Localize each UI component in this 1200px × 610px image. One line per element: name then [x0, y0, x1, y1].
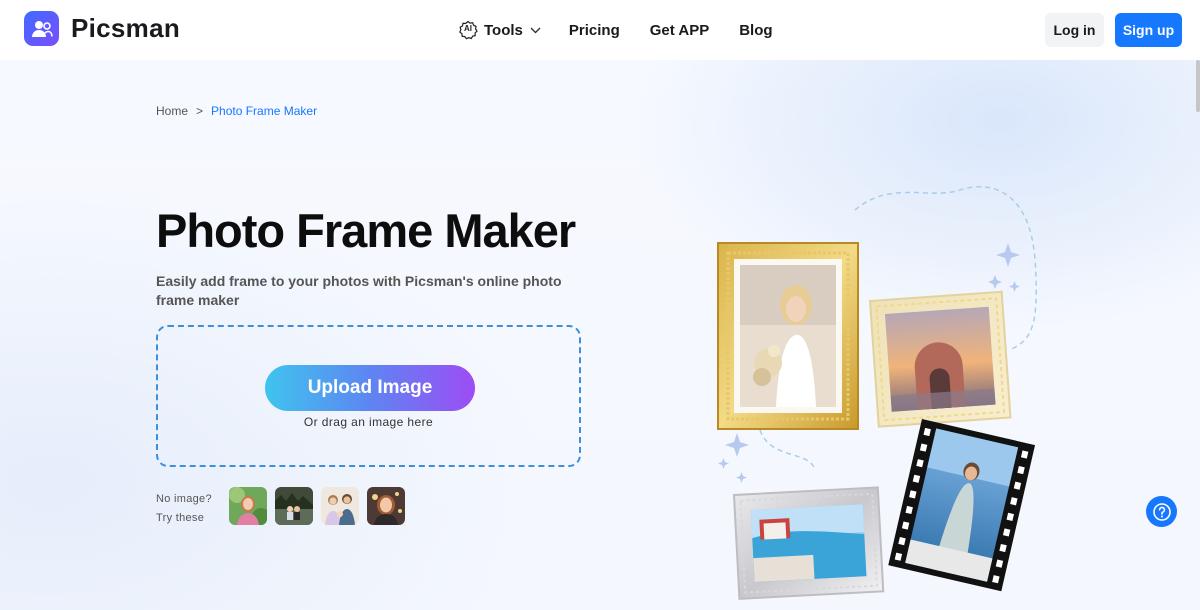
page-scrollbar[interactable] — [1196, 60, 1200, 112]
sample-image-thumbnail[interactable] — [367, 487, 405, 525]
nav-tools-label: Tools — [484, 21, 523, 39]
main-nav: AI Tools Pricing Get APP Blog — [458, 0, 773, 60]
logo-text: Picsman — [71, 13, 181, 43]
drag-hint-text: Or drag an image here — [303, 415, 434, 429]
breadcrumb: Home > Photo Frame Maker — [156, 104, 317, 118]
logo[interactable]: Picsman — [24, 11, 180, 46]
page-subtitle: Easily add frame to your photos with Pic… — [156, 273, 562, 308]
help-button[interactable] — [1146, 496, 1177, 527]
sample-images-label: No image? Try these — [156, 490, 212, 528]
nav-get-app[interactable]: Get APP — [650, 22, 709, 39]
nav-tools[interactable]: AI Tools — [458, 20, 541, 40]
sample-image-thumbnail[interactable] — [321, 487, 359, 525]
nav-pricing[interactable]: Pricing — [569, 22, 620, 39]
ai-gear-icon: AI — [458, 20, 478, 40]
samples-label-line1: No image? — [156, 493, 212, 505]
sample-image-thumbnail[interactable] — [275, 487, 313, 525]
picsman-logo-icon — [24, 11, 59, 46]
breadcrumb-current[interactable]: Photo Frame Maker — [211, 104, 317, 118]
samples-label-line2: Try these — [156, 512, 205, 524]
upload-image-button[interactable]: Upload Image — [265, 365, 475, 411]
ai-badge-text: AI — [464, 24, 472, 33]
breadcrumb-home-link[interactable]: Home — [156, 104, 188, 118]
sample-image-thumbnail[interactable] — [229, 487, 267, 525]
upload-dropzone[interactable]: Upload Image Or drag an image here — [156, 325, 581, 467]
login-button[interactable]: Log in — [1045, 13, 1104, 47]
chevron-down-icon — [530, 27, 541, 33]
hero-section: Home > Photo Frame Maker Photo Frame Mak… — [0, 60, 1200, 610]
signup-button[interactable]: Sign up — [1115, 13, 1182, 47]
nav-blog[interactable]: Blog — [739, 22, 772, 39]
breadcrumb-separator: > — [196, 104, 204, 118]
help-circle-icon — [1152, 502, 1171, 521]
frame-examples-collage — [700, 170, 1060, 610]
page-title: Photo Frame Maker — [156, 204, 576, 257]
top-navbar: Picsman AI Tools Pricing Get APP Blog Lo… — [0, 0, 1200, 60]
